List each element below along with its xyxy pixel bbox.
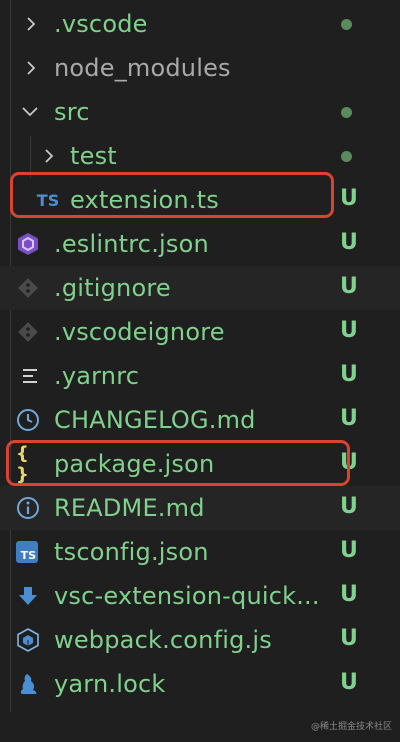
- tree-item-src[interactable]: src: [0, 90, 400, 134]
- status-badge: U: [340, 274, 358, 299]
- status-badge: U: [340, 230, 358, 255]
- download-arrow-icon: [16, 584, 40, 608]
- tree-item-changelog[interactable]: CHANGELOG.md U: [0, 398, 400, 442]
- status-badge: U: [340, 538, 358, 563]
- highlight-box: [6, 440, 350, 486]
- chevron-right-icon[interactable]: [24, 17, 38, 31]
- tree-item-label: src: [54, 98, 90, 126]
- status-badge: U: [340, 670, 358, 695]
- git-icon: [16, 276, 40, 300]
- status-dot: [341, 151, 352, 162]
- tree-item-vscodeignore[interactable]: .vscodeignore U: [0, 310, 400, 354]
- tree-item-tsconfig[interactable]: TS tsconfig.json U: [0, 530, 400, 574]
- tree-item-eslintrc[interactable]: .eslintrc.json U: [0, 222, 400, 266]
- status-badge: U: [340, 406, 358, 431]
- tree-item-node-modules[interactable]: node_modules: [0, 46, 400, 90]
- tree-item-gitignore[interactable]: .gitignore U: [0, 266, 400, 310]
- status-badge: U: [340, 494, 358, 519]
- tree-item-label: .vscode: [54, 10, 148, 38]
- chevron-right-icon[interactable]: [24, 61, 38, 75]
- tree-item-label: yarn.lock: [54, 670, 166, 698]
- info-icon: [16, 496, 40, 520]
- watermark: @稀土掘金技术社区: [310, 722, 392, 732]
- tree-item-label: CHANGELOG.md: [54, 406, 256, 434]
- tsconfig-icon: TS: [16, 541, 38, 563]
- tree-item-label: node_modules: [54, 54, 231, 82]
- status-badge: U: [340, 626, 358, 651]
- tree-item-label: .gitignore: [54, 274, 171, 302]
- chevron-right-icon[interactable]: [42, 149, 56, 163]
- tree-item-readme[interactable]: README.md U: [0, 486, 400, 530]
- tree-item-vsc-extension-quickstart[interactable]: vsc-extension-quick... U: [0, 574, 400, 618]
- status-badge: U: [340, 582, 358, 607]
- status-dot: [341, 19, 352, 30]
- tree-item-webpack-config[interactable]: webpack.config.js U: [0, 618, 400, 662]
- status-dot: [341, 107, 352, 118]
- yarn-icon: [16, 672, 40, 696]
- lines-icon: [18, 364, 42, 388]
- vscode-ignore-icon: [16, 320, 40, 344]
- file-explorer: .vscode node_modules src test TS extensi…: [0, 0, 400, 742]
- tree-item-label: .vscodeignore: [54, 318, 225, 346]
- status-badge: U: [340, 362, 358, 387]
- tree-item-label: vsc-extension-quick...: [54, 582, 320, 610]
- tree-item-vscode[interactable]: .vscode: [0, 2, 400, 46]
- tree-item-label: .yarnrc: [54, 362, 140, 390]
- tree-item-label: README.md: [54, 494, 205, 522]
- tree-item-yarnrc[interactable]: .yarnrc U: [0, 354, 400, 398]
- tree-item-label: webpack.config.js: [54, 626, 272, 654]
- tree-item-yarn-lock[interactable]: yarn.lock U: [0, 662, 400, 706]
- clock-icon: [16, 408, 40, 432]
- status-badge: U: [340, 186, 358, 211]
- status-badge: U: [340, 318, 358, 343]
- tree-item-label: .eslintrc.json: [54, 230, 209, 258]
- eslint-icon: [16, 232, 40, 256]
- webpack-icon: [16, 628, 40, 652]
- chevron-down-icon[interactable]: [22, 106, 38, 120]
- tree-item-label: test: [70, 142, 117, 170]
- tree-item-label: tsconfig.json: [54, 538, 209, 566]
- highlight-box: [10, 172, 334, 218]
